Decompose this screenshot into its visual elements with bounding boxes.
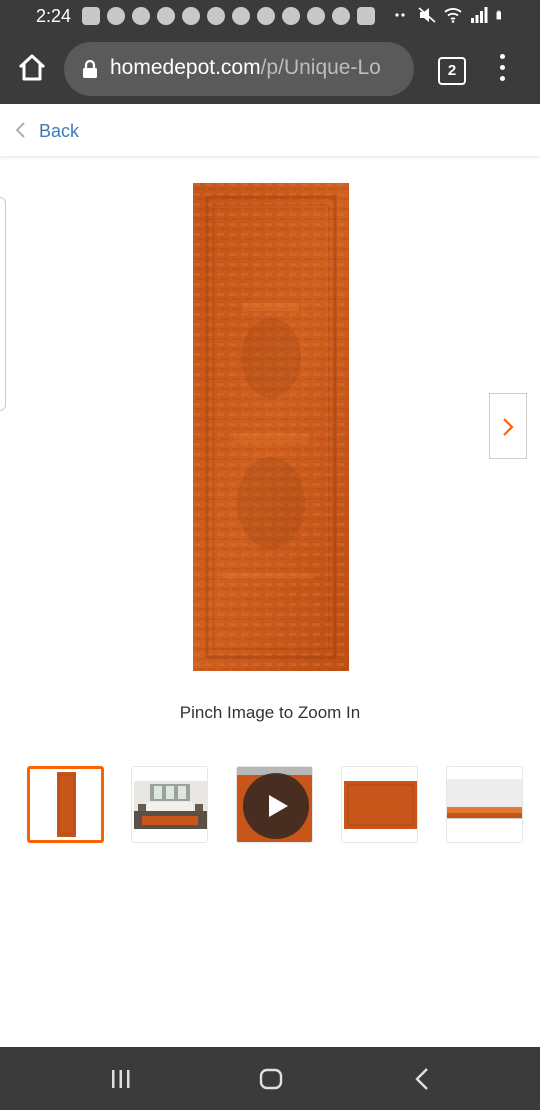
url-path: /p/Unique-Lo [260,56,381,79]
shazam-icon [332,7,350,25]
tab-switcher-button[interactable]: 2 [438,57,466,85]
snapchat-icon [107,7,125,25]
browser-toolbar: homedepot.com/p/Unique-Lo 2 [0,34,540,104]
link-icon [307,7,325,25]
status-time: 2:24 [36,6,72,26]
target-icon [232,7,250,25]
chevron-left-icon [15,122,25,138]
mute-icon [418,7,436,23]
back-navigation[interactable]: Back [0,104,540,156]
back-nav-icon[interactable] [414,1066,430,1092]
chevron-right-icon [503,418,514,436]
link-icon [182,7,200,25]
photo-icon [82,7,100,25]
signal-icon [471,7,488,23]
chrome-icon [282,7,300,25]
thumbnail-rug-edge[interactable] [446,766,523,843]
wifi-icon [444,8,462,23]
battery-icon [496,10,501,20]
overflow-menu-icon[interactable] [496,54,508,84]
play-icon [269,795,288,817]
zoom-hint: Pinch Image to Zoom In [179,703,361,722]
thumbnail-video[interactable] [236,766,313,843]
thumbnail-rug-closeup[interactable] [341,766,418,843]
address-bar[interactable]: homedepot.com/p/Unique-Lo [64,42,414,96]
status-bar: 2:24 [0,0,540,34]
previous-panel-edge[interactable] [0,197,6,411]
home-nav-icon[interactable] [259,1067,283,1091]
url-text: homedepot.com/p/Unique-Lo [110,56,406,80]
system-status-icons [392,7,506,23]
thumbnail-runner-rug[interactable] [27,766,104,843]
reddit-icon [207,7,225,25]
system-navigation-bar [0,1047,540,1110]
link-icon [157,7,175,25]
walmart-icon [257,7,275,25]
back-link[interactable]: Back [39,121,79,142]
lock-icon [83,60,97,78]
next-image-button[interactable] [489,393,527,459]
more-dots-icon [395,13,405,17]
url-domain: homedepot.com [110,56,261,79]
link-icon [132,7,150,25]
product-image[interactable] [193,183,349,671]
recent-apps-icon[interactable] [110,1068,132,1090]
gallery-icon [357,7,375,25]
notification-icons [82,7,375,25]
home-icon[interactable] [16,52,48,84]
thumbnail-room-scene[interactable] [131,766,208,843]
